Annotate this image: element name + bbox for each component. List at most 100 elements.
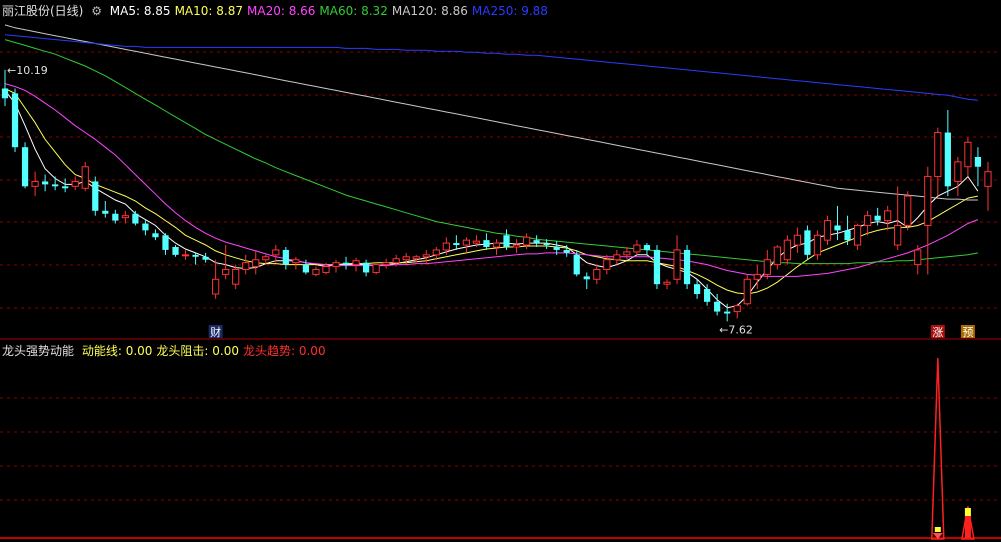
candle-body-up (262, 256, 270, 261)
indicator-bar-red (964, 516, 971, 538)
candle-body-up (773, 246, 781, 266)
candle-body-down (42, 181, 49, 185)
candle-body-up (633, 244, 641, 253)
candle-body-up (402, 256, 410, 261)
candle-body-down (683, 249, 691, 285)
candle-body-up (964, 141, 972, 168)
candle-body-up (984, 171, 992, 187)
candle-body-up (181, 254, 190, 257)
candle-body-up (412, 256, 420, 260)
candle-body-down (282, 249, 289, 265)
candle-body-down (112, 213, 119, 221)
candle-body-up (763, 259, 771, 275)
indicator-header: 龙头强势动能 动能线: 0.00 龙头阻击: 0.00 龙头趋势: 0.00 (2, 343, 334, 359)
candle-body-down (653, 249, 661, 285)
indicator-legend-item-1: 龙头阻击: 0.00 (156, 344, 239, 358)
candle-body-up (422, 254, 430, 258)
candle-body-down (172, 247, 179, 255)
candle-body-up (312, 269, 320, 275)
candle-body-up (934, 132, 942, 178)
candle-body-up (81, 166, 89, 189)
candle-body-up (603, 259, 611, 271)
candle-body-up (743, 278, 751, 305)
candle-body-down (21, 147, 29, 187)
candle-body-down (62, 186, 69, 189)
candle-body-up (853, 224, 862, 246)
high-price-label: ←10.19 (7, 64, 48, 77)
candle-body-down (11, 93, 19, 148)
candle-body-up (753, 273, 761, 280)
candle-body-up (894, 224, 902, 246)
candle-body-up (793, 234, 802, 246)
candle-body-down (643, 245, 651, 250)
marker-yu: 预 (962, 326, 973, 339)
candle-body-up (783, 239, 791, 261)
candle-body-up (222, 269, 230, 275)
candle-body-down (92, 181, 99, 211)
ma-legend-item-0: MA5: 8.85 (109, 4, 171, 18)
indicator-dot-yellow (934, 527, 941, 532)
candle-body-up (242, 262, 250, 271)
candle-body-up (914, 249, 922, 266)
candle-body-up (904, 195, 912, 226)
candle-body-up (663, 281, 671, 285)
candle-body-up (392, 258, 400, 264)
candle-body-down (553, 247, 560, 250)
candle-body-down (844, 230, 851, 241)
marker-cai: 财 (210, 325, 221, 339)
candle-body-up (472, 240, 481, 244)
candle-body-down (102, 210, 109, 214)
candle-body-down (362, 262, 370, 273)
candle-body-up (613, 254, 621, 261)
candle-body-up (71, 180, 79, 187)
indicator-legend-item-2: 龙头趋势: 0.00 (243, 344, 326, 358)
ma-legend: MA5: 8.85 MA10: 8.87 MA20: 8.66 MA60: 8.32 M… (110, 4, 552, 18)
ma-line-ma5 (4, 90, 979, 309)
candle-body-down (52, 184, 59, 187)
candle-body-down (724, 311, 731, 314)
candle-body-down (202, 256, 209, 260)
indicator-legend: 动能线: 0.00 龙头阻击: 0.00 龙头趋势: 0.00 (82, 344, 330, 358)
indicator-bar-yellow (964, 508, 971, 516)
candle-body-up (272, 249, 280, 256)
candle-body-up (121, 215, 129, 219)
candle-body-up (673, 249, 681, 280)
candle-body-up (232, 269, 240, 285)
candle-body-down (974, 156, 982, 167)
candle-body-down (152, 233, 159, 238)
candle-body-up (322, 266, 330, 273)
candle-body-down (192, 254, 199, 257)
settings-gear-icon[interactable]: ⚙ (91, 4, 102, 18)
candle-body-down (714, 301, 721, 312)
candle-body-up (372, 264, 380, 273)
candle-body-up (212, 278, 220, 295)
candle-body-down (874, 215, 881, 221)
candle-body-down (483, 240, 490, 248)
low-price-label: ←7.62 (719, 323, 753, 336)
candle-body-down (142, 223, 149, 231)
candle-body-up (924, 176, 932, 226)
candle-body-down (583, 276, 590, 280)
candle-body-down (162, 235, 169, 250)
ma-legend-item-4: MA120: 8.86 (391, 4, 468, 18)
stock-name: 丽江股份(日线) (2, 4, 84, 18)
candle-body-down (704, 289, 711, 302)
stock-chart[interactable]: ←10.19 ←7.62 财 涨 预 (0, 0, 1001, 542)
candle-body-up (292, 259, 300, 264)
candle-body-up (492, 242, 501, 248)
candle-body-up (522, 236, 531, 246)
candle-body-up (863, 215, 872, 226)
candle-body-up (593, 269, 601, 280)
candle-body-down (543, 243, 550, 246)
candle-body-up (31, 180, 39, 187)
candle-body-up (884, 210, 892, 222)
candle-body-down (693, 284, 701, 294)
candle-body-down (573, 254, 580, 275)
candle-body-down (503, 235, 510, 248)
candle-body-up (432, 249, 440, 256)
candle-body-up (382, 262, 390, 266)
candle-body-up (623, 251, 631, 256)
marker-zhang: 涨 (932, 326, 943, 339)
candle-body-down (1, 88, 9, 99)
candle-body-down (944, 132, 951, 187)
